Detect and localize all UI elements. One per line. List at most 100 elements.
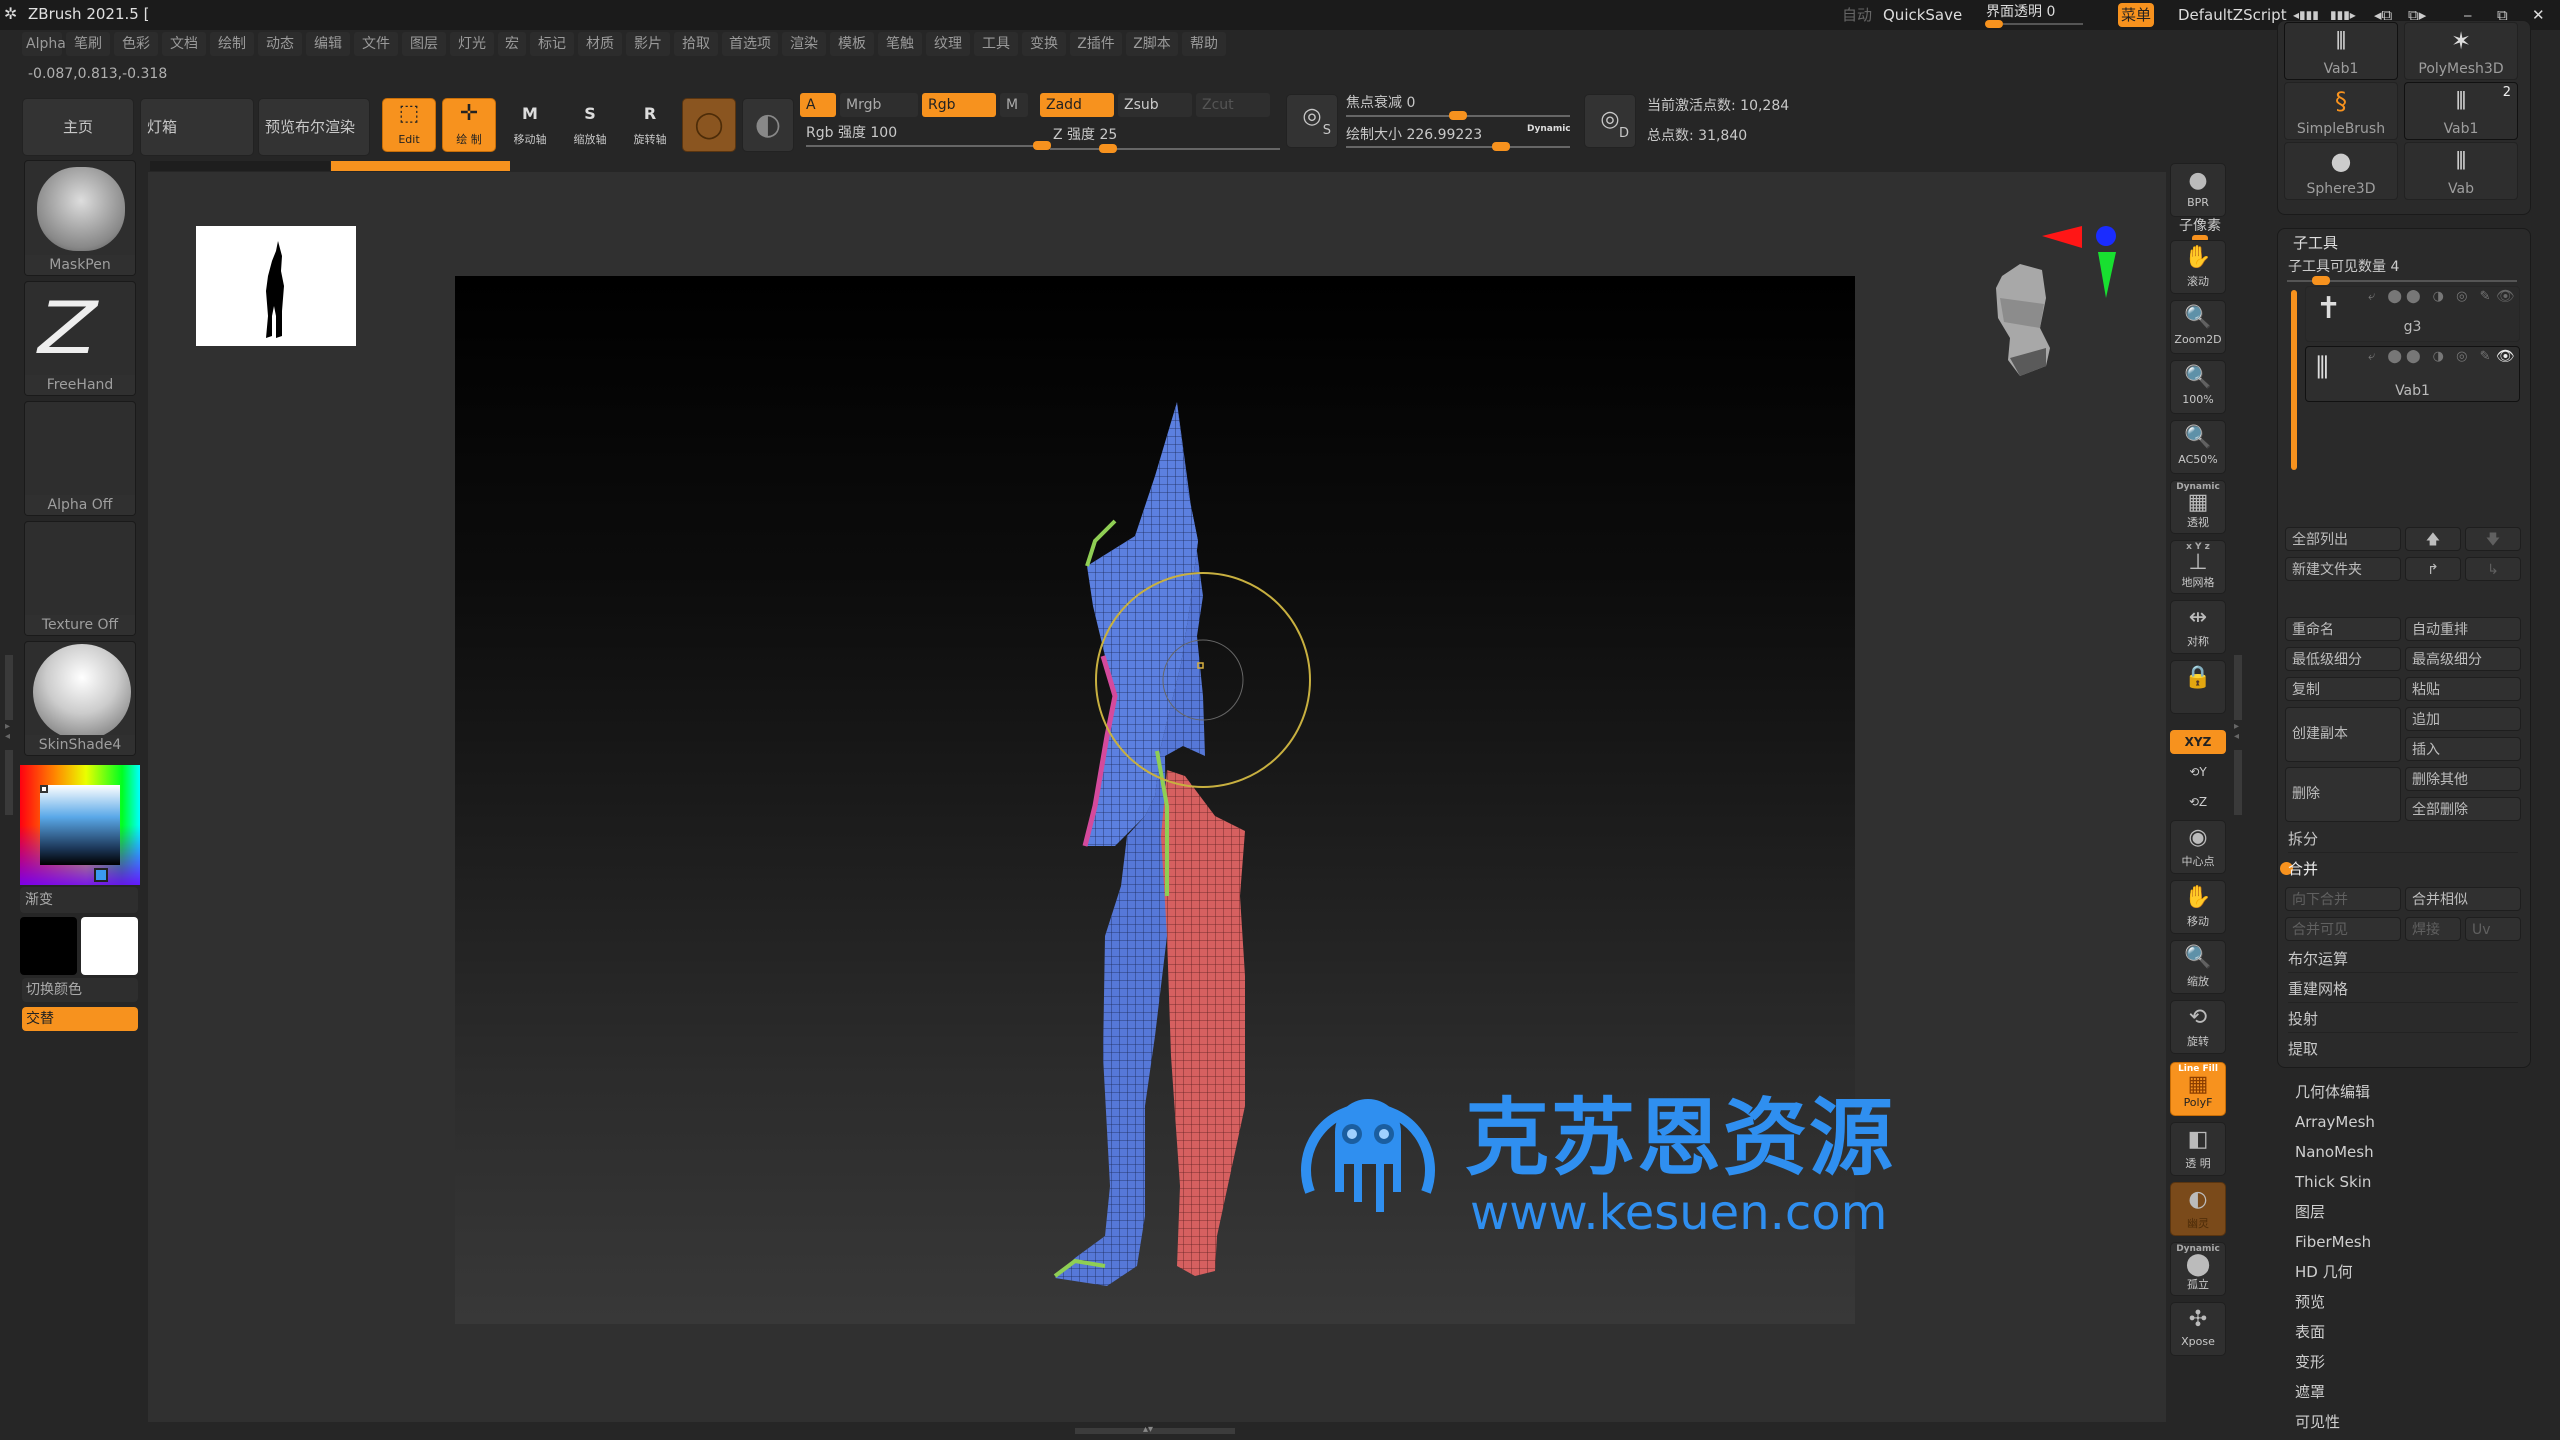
menu-10[interactable]: 宏 [498, 32, 526, 56]
project-section[interactable]: 投射 [2288, 1005, 2518, 1033]
right-shelf-z-button[interactable]: ⟲Z [2170, 790, 2226, 814]
subtool-title[interactable]: 子工具 [2293, 232, 2338, 253]
rotate-mode-button[interactable]: R 旋转轴 [622, 98, 678, 152]
home-button[interactable]: 主页 [22, 98, 134, 156]
auto-reorder-button[interactable]: 自动重排 [2405, 617, 2521, 641]
subtool-mode-icons[interactable]: ⤶ ⬤⬤ ◑ ◎ ✎ [2368, 349, 2495, 364]
tool-thumb-vab1[interactable]: ⫴ Vab1 [2284, 22, 2398, 80]
right-shelf-camera-lock-button[interactable]: 🔒 [2170, 660, 2226, 714]
saturation-value-square[interactable] [40, 785, 120, 865]
copy-button[interactable]: 复制 [2285, 677, 2401, 701]
menu-12[interactable]: 材质 [578, 32, 622, 56]
boolean-section[interactable]: 布尔运算 [2288, 945, 2518, 973]
document-scroll-thumb[interactable] [331, 161, 510, 171]
menu-13[interactable]: 影片 [626, 32, 670, 56]
right-shelf-zoom-button[interactable]: 🔍 缩放 [2170, 940, 2226, 994]
delete-all-button[interactable]: 全部删除 [2405, 797, 2521, 821]
move-down-button[interactable]: 🡇 [2465, 527, 2521, 551]
menu-19[interactable]: 纹理 [926, 32, 970, 56]
axis-gizmo[interactable] [2040, 222, 2120, 302]
menu-8[interactable]: 图层 [402, 32, 446, 56]
right-shelf-perspective-button[interactable]: Dynamic ▦ 透视 [2170, 480, 2226, 534]
lightbox-button[interactable]: 灯箱 [140, 98, 254, 156]
append-button[interactable]: 追加 [2405, 707, 2521, 731]
zsub-button[interactable]: Zsub [1118, 93, 1192, 117]
menu-7[interactable]: 文件 [354, 32, 398, 56]
right-shelf-ghost-button[interactable]: ◐ 幽灵 [2170, 1182, 2226, 1236]
subtool-item[interactable]: ✝ ⤶ ⬤⬤ ◑ ◎ ✎ 👁 g3 [2305, 286, 2520, 342]
right-shelf-polyf-button[interactable]: Line Fill ▦ PolyF [2170, 1062, 2226, 1116]
right-shelf-transp-button[interactable]: ◧ 透 明 [2170, 1122, 2226, 1176]
menu-20[interactable]: 工具 [974, 32, 1018, 56]
scale-mode-button[interactable]: S 缩放轴 [562, 98, 618, 152]
menu-5[interactable]: 动态 [258, 32, 302, 56]
transparency-knob[interactable] [1985, 20, 2003, 28]
rgb-intensity-knob[interactable] [1033, 141, 1051, 150]
menu-15[interactable]: 首选项 [722, 32, 778, 56]
color-picker[interactable] [20, 765, 140, 885]
hue-cursor[interactable] [94, 868, 108, 882]
document-scroll-track[interactable] [150, 161, 330, 171]
tool-thumb-vab[interactable]: ⫴ Vab [2404, 142, 2518, 200]
navigator-thumbnail[interactable] [196, 226, 356, 346]
move-mode-button[interactable]: M 移动轴 [502, 98, 558, 152]
brush-selector[interactable]: MaskPen [24, 160, 136, 276]
right-shelf-subpixel-button[interactable]: 子像素 [2172, 215, 2228, 242]
right-shelf-scroll-button[interactable]: ✋ 滚动 [2170, 240, 2226, 294]
dynamic-size-toggle[interactable]: Dynamic [1527, 124, 1571, 134]
right-shelf-y-button[interactable]: ⟲Y [2170, 760, 2226, 784]
right-shelf-rotate-button[interactable]: ⟲ 旋转 [2170, 1000, 2226, 1054]
right-tray-scroll-lower[interactable] [2234, 750, 2242, 815]
tool-menu-item[interactable]: HD 几何 [2295, 1262, 2353, 1282]
all-high-button[interactable]: 最高级细分 [2405, 647, 2521, 671]
rgb-button[interactable]: Rgb [922, 93, 996, 117]
alpha-selector[interactable]: Alpha Off [24, 401, 136, 516]
menu-4[interactable]: 绘制 [210, 32, 254, 56]
menu-18[interactable]: 笔触 [878, 32, 922, 56]
tool-thumb-vab1[interactable]: ⫴ Vab1 2 [2404, 82, 2518, 140]
alpha-a-button[interactable]: A [800, 93, 836, 117]
right-shelf-floor-button[interactable]: x Y z ⊥ 地网格 [2170, 540, 2226, 594]
right-shelf-zoom2d-button[interactable]: 🔍 Zoom2D [2170, 300, 2226, 354]
mrgb-button[interactable]: Mrgb [840, 93, 918, 117]
delete-other-button[interactable]: 删除其他 [2405, 767, 2521, 791]
subtool-list-scrollbar[interactable] [2291, 290, 2297, 470]
visibility-eye-icon[interactable]: 👁 [2496, 347, 2515, 365]
merge-similar-button[interactable]: 合并相似 [2405, 887, 2521, 911]
z-intensity-track[interactable] [1050, 148, 1280, 150]
tool-thumb-polymesh3d[interactable]: ✶ PolyMesh3D [2404, 22, 2518, 80]
tool-menu-item[interactable]: 图层 [2295, 1202, 2325, 1222]
menu-24[interactable]: 帮助 [1182, 32, 1226, 56]
left-tray-scroll[interactable] [5, 655, 13, 720]
stroke-selector[interactable]: Z FreeHand [24, 281, 136, 396]
menu-9[interactable]: 灯光 [450, 32, 494, 56]
draw-size-track[interactable] [1346, 146, 1570, 148]
tool-menu-item[interactable]: 变形 [2295, 1352, 2325, 1372]
tool-thumb-simplebrush[interactable]: § SimpleBrush [2284, 82, 2398, 140]
move-up-button[interactable]: 🡅 [2405, 527, 2461, 551]
alternate-toggle[interactable]: 交替 [22, 1007, 138, 1031]
menu-toggle-button[interactable]: 菜单 [2118, 3, 2154, 27]
lazy-mouse-d-button[interactable]: ◎ D [1584, 94, 1636, 148]
move-into-folder-button[interactable]: ↱ [2405, 557, 2461, 581]
menu-1[interactable]: 笔刷 [66, 32, 110, 56]
right-shelf-move-button[interactable]: ✋ 移动 [2170, 880, 2226, 934]
bpr-preview-button[interactable]: 预览布尔渲染 [258, 98, 370, 156]
menu-23[interactable]: Z脚本 [1126, 32, 1178, 56]
split-section[interactable]: 拆分 [2288, 825, 2518, 853]
tool-menu-item[interactable]: 预览 [2295, 1292, 2325, 1312]
menu-11[interactable]: 标记 [530, 32, 574, 56]
rename-button[interactable]: 重命名 [2285, 617, 2401, 641]
tool-menu-item[interactable]: 表面 [2295, 1322, 2325, 1342]
right-shelf-ac50-button[interactable]: 🔍 AC50% [2170, 420, 2226, 474]
quicksave-button[interactable]: QuickSave [1883, 3, 1962, 27]
menu-0[interactable]: Alpha [22, 32, 66, 56]
uv-button[interactable]: Uv [2465, 917, 2521, 941]
m-button[interactable]: M [1000, 93, 1028, 117]
subtool-visible-count-knob[interactable] [2312, 276, 2330, 285]
draw-size-knob[interactable] [1492, 142, 1510, 151]
material-selector[interactable]: SkinShade4 [24, 641, 136, 756]
tool-menu-item[interactable]: Thick Skin [2295, 1172, 2371, 1192]
zcut-button[interactable]: Zcut [1196, 93, 1270, 117]
merge-visible-button[interactable]: 合并可见 [2285, 917, 2401, 941]
